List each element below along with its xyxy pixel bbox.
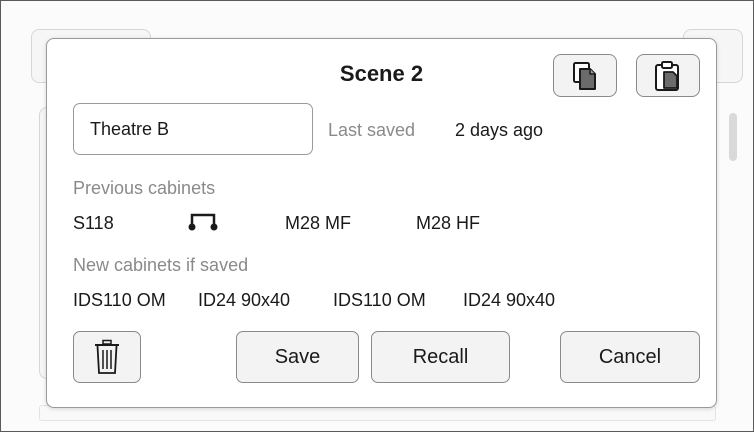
paste-icon <box>655 60 679 91</box>
scene-name-input[interactable] <box>73 103 313 155</box>
last-saved-label: Last saved <box>328 120 416 140</box>
previous-cabinet-item: M28 HF <box>416 213 481 233</box>
last-saved-value: 2 days ago <box>455 120 544 140</box>
previous-cabinets-label: Previous cabinets <box>73 178 216 198</box>
new-cabinet-item: IDS110 OM <box>333 290 426 310</box>
previous-cabinet-item: M28 MF <box>285 213 352 233</box>
save-button[interactable]: Save <box>236 331 359 383</box>
recall-button[interactable]: Recall <box>371 331 510 383</box>
copy-button[interactable] <box>553 54 617 97</box>
previous-cabinet-item: S118 <box>73 213 114 233</box>
paste-button[interactable] <box>636 54 700 97</box>
background-scrollbar <box>729 113 737 161</box>
new-cabinet-item: ID24 90x40 <box>463 290 556 310</box>
trash-icon <box>95 339 119 374</box>
new-cabinet-item: IDS110 OM <box>73 290 166 310</box>
copy-icon <box>573 61 596 90</box>
cancel-button[interactable]: Cancel <box>560 331 700 383</box>
cable-connector-icon <box>187 212 219 237</box>
scene-dialog: Scene 2 Last saved 2 days ago Previous c… <box>46 38 717 408</box>
new-cabinet-item: ID24 90x40 <box>198 290 291 310</box>
delete-button[interactable] <box>73 331 141 383</box>
new-cabinets-label: New cabinets if saved <box>73 255 249 275</box>
